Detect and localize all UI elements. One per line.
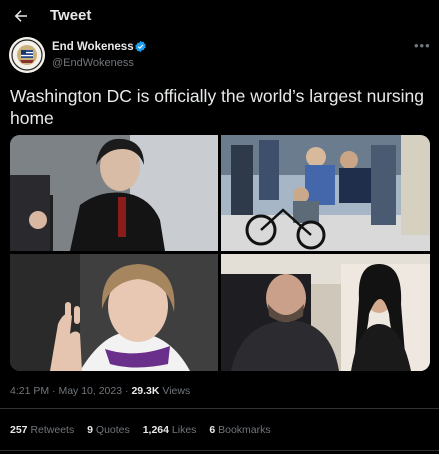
media-grid <box>10 135 430 371</box>
bookmarks-stat[interactable]: 6 Bookmarks <box>209 424 270 436</box>
likes-label: Likes <box>171 424 197 436</box>
photo-3[interactable] <box>10 254 218 371</box>
bookmarks-label: Bookmarks <box>218 424 271 436</box>
likes-count: 1,264 <box>142 424 169 436</box>
top-bar: Tweet <box>0 0 439 32</box>
photo-2-image <box>221 135 430 251</box>
views-count: 29.3K <box>131 385 160 397</box>
retweets-label: Retweets <box>30 424 75 436</box>
author-handle[interactable]: @EndWokeness <box>52 57 134 69</box>
views-label: Views <box>162 385 191 397</box>
tweet-meta: 4:21 PM · May 10, 2023 · 29.3K Views <box>10 385 190 397</box>
page-title: Tweet <box>50 7 92 24</box>
photo-4-image <box>221 254 430 371</box>
author-display-name[interactable]: End Wokeness <box>52 41 134 53</box>
more-options-icon[interactable]: ••• <box>414 38 431 53</box>
bookmarks-count: 6 <box>209 424 216 436</box>
photo-3-image <box>10 254 218 371</box>
retweets-stat[interactable]: 257 Retweets <box>10 424 74 436</box>
verified-badge-icon <box>135 40 146 53</box>
back-arrow-icon[interactable] <box>12 7 30 25</box>
quotes-stat[interactable]: 9 Quotes <box>87 424 130 436</box>
retweets-count: 257 <box>10 424 28 436</box>
divider <box>0 408 439 409</box>
avatar[interactable] <box>9 37 45 73</box>
photo-4[interactable] <box>221 254 430 371</box>
engagement-stats: 257 Retweets 9 Quotes 1,264 Likes 6 Book… <box>10 424 281 436</box>
quotes-count: 9 <box>87 424 93 436</box>
quotes-label: Quotes <box>95 424 130 436</box>
photo-1[interactable] <box>10 135 218 251</box>
avatar-seal-icon <box>9 37 45 73</box>
photo-1-image <box>10 135 218 251</box>
tweet-text: Washington DC is officially the world’s … <box>10 86 425 128</box>
photo-2[interactable] <box>221 135 430 251</box>
tweet-time[interactable]: 4:21 PM <box>10 385 49 397</box>
divider <box>0 450 439 451</box>
tweet-date[interactable]: May 10, 2023 <box>58 385 122 397</box>
likes-stat[interactable]: 1,264 Likes <box>143 424 197 436</box>
